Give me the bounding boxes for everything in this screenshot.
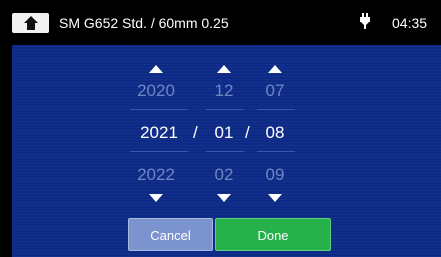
month-prev[interactable]: 12 bbox=[207, 81, 241, 101]
day-current[interactable]: 08 bbox=[258, 123, 292, 143]
month-down-arrow-icon[interactable] bbox=[217, 194, 231, 202]
year-next[interactable]: 2022 bbox=[130, 165, 182, 185]
day-down-arrow-icon[interactable] bbox=[268, 194, 282, 202]
year-prev[interactable]: 2020 bbox=[130, 81, 182, 101]
month-top-rule bbox=[206, 109, 244, 110]
plug-icon bbox=[360, 13, 370, 29]
day-prev[interactable]: 07 bbox=[258, 81, 292, 101]
year-up-arrow-icon[interactable] bbox=[149, 65, 163, 73]
clock: 04:35 bbox=[392, 15, 428, 31]
month-next[interactable]: 02 bbox=[207, 165, 241, 185]
day-next[interactable]: 09 bbox=[258, 165, 292, 185]
cancel-button[interactable]: Cancel bbox=[128, 218, 213, 251]
year-top-rule bbox=[130, 109, 188, 110]
date-separator-2: / bbox=[245, 123, 250, 142]
page-title: SM G652 Std. / 60mm 0.25 bbox=[59, 15, 229, 31]
day-up-arrow-icon[interactable] bbox=[268, 65, 282, 73]
month-up-arrow-icon[interactable] bbox=[217, 65, 231, 73]
date-separator-1: / bbox=[193, 123, 198, 142]
home-button[interactable] bbox=[12, 13, 49, 33]
year-bottom-rule bbox=[130, 151, 188, 152]
month-bottom-rule bbox=[206, 151, 244, 152]
year-current[interactable]: 2021 bbox=[130, 123, 188, 143]
year-down-arrow-icon[interactable] bbox=[149, 194, 163, 202]
day-top-rule bbox=[257, 109, 295, 110]
date-picker-panel: 2020 12 07 2021 / 01 / 08 2022 02 09 Can… bbox=[12, 45, 441, 257]
header-bar: SM G652 Std. / 60mm 0.25 04:35 bbox=[0, 0, 441, 45]
home-icon bbox=[24, 16, 38, 30]
screen: SM G652 Std. / 60mm 0.25 04:35 2020 12 0… bbox=[0, 0, 441, 257]
day-bottom-rule bbox=[257, 151, 295, 152]
month-current[interactable]: 01 bbox=[207, 123, 241, 143]
done-button[interactable]: Done bbox=[215, 218, 331, 251]
